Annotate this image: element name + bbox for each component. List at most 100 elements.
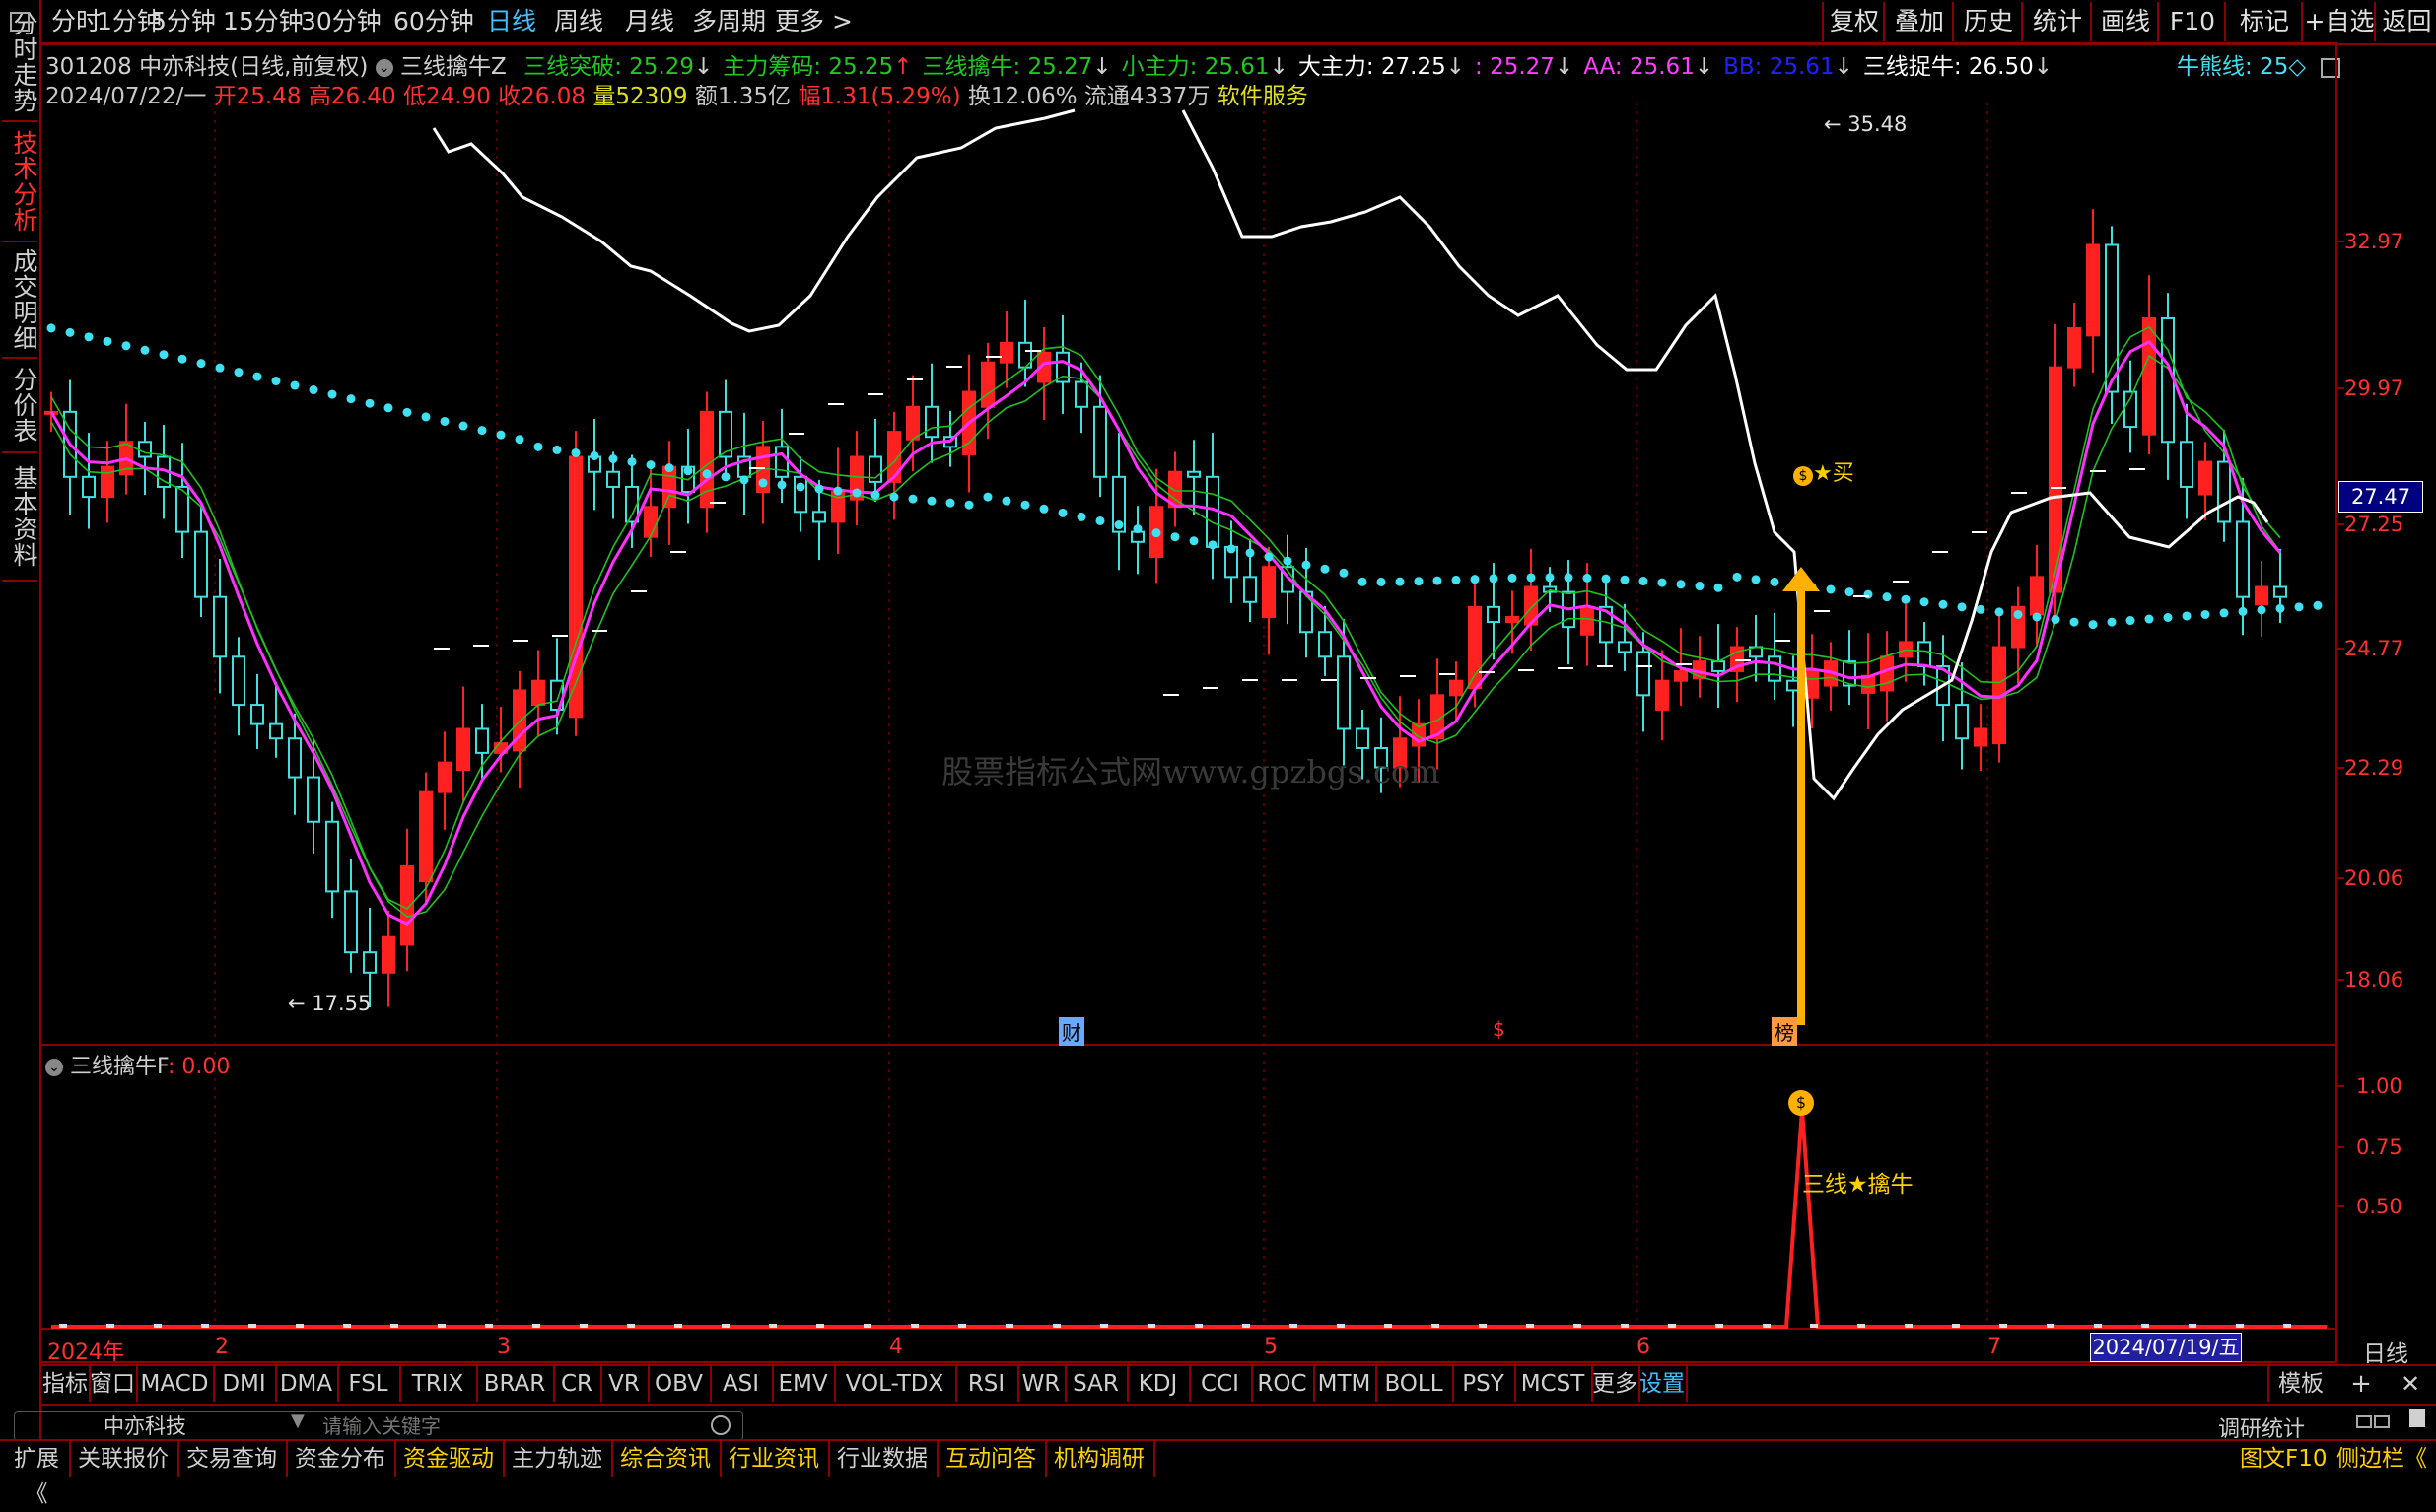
indicator-tab-4[interactable]: DMA	[275, 1366, 339, 1402]
grid-icon[interactable]	[2356, 1415, 2372, 1428]
bull-bear-dot	[1395, 577, 1405, 586]
indicator-tab-20[interactable]: MTM	[1313, 1366, 1377, 1402]
sub-signal-label: 三线★擒牛	[1802, 1172, 1914, 1198]
month-label-1: 3	[497, 1335, 511, 1359]
bottom-tab-8[interactable]: 行业数据	[828, 1441, 939, 1477]
f10-button[interactable]: 图文F10	[2240, 1441, 2328, 1477]
month-label-4: 6	[1636, 1335, 1650, 1359]
indicator-tab-25[interactable]: 设置	[1638, 1366, 1688, 1402]
bull-bear-dot	[1695, 582, 1705, 591]
sub-tick-mark	[59, 1324, 67, 1328]
indicator-tab-22[interactable]: PSY	[1452, 1366, 1516, 1402]
indicator-tab-1[interactable]: 窗口	[89, 1366, 138, 1402]
sub-tick-mark	[816, 1324, 824, 1328]
bull-bear-dot	[796, 482, 805, 492]
sidebar-toggle[interactable]: 侧边栏《	[2336, 1441, 2427, 1477]
bottom-tab-4[interactable]: 资金驱动	[394, 1441, 505, 1477]
event-marker-dividend[interactable]: $	[1493, 1017, 1505, 1041]
indicator-tab-11[interactable]: ASI	[710, 1366, 774, 1402]
date-axis-year: 2024年	[47, 1340, 124, 1365]
bottom-tab-10[interactable]: 机构调研	[1045, 1441, 1155, 1477]
event-marker-rank[interactable]: 榜	[1772, 1017, 1797, 1046]
bottom-tab-2[interactable]: 交易查询	[177, 1441, 288, 1477]
candle	[625, 454, 639, 548]
candle	[513, 670, 526, 789]
bull-bear-dot	[1058, 508, 1068, 517]
template-button[interactable]: 模板	[2267, 1366, 2332, 1402]
bottom-tab-1[interactable]: 关联报价	[69, 1441, 179, 1477]
indicator-tab-5[interactable]: FSL	[337, 1366, 401, 1402]
month-label-3: 5	[1264, 1335, 1278, 1359]
indicator-tab-8[interactable]: CR	[553, 1366, 602, 1402]
indicator-tab-3[interactable]: DMI	[213, 1366, 277, 1402]
bull-bear-dot	[1114, 520, 1124, 530]
indicator-tab-24[interactable]: 更多	[1591, 1366, 1640, 1402]
candle	[101, 441, 114, 523]
window-icon[interactable]	[10, 12, 30, 32]
search-icon[interactable]	[711, 1415, 731, 1435]
bull-bear-dot	[2088, 620, 2098, 630]
sub-tick-mark	[1148, 1324, 1155, 1328]
candle	[138, 421, 152, 496]
indicator-tab-23[interactable]: MCST	[1514, 1366, 1593, 1402]
indicator-tab-2[interactable]: MACD	[136, 1366, 215, 1402]
bull-bear-dot	[1957, 602, 1967, 612]
bull-bear-dot	[383, 403, 393, 413]
bottom-tab-7[interactable]: 行业资讯	[720, 1441, 830, 1477]
sub-tick-mark	[1573, 1324, 1581, 1328]
candle	[344, 859, 358, 973]
indicator-tab-21[interactable]: BOLL	[1375, 1366, 1454, 1402]
indicator-tab-12[interactable]: EMV	[772, 1366, 836, 1402]
close-icon[interactable]: ✕	[2396, 1366, 2425, 1402]
sub-toggle-icon[interactable]: ⌄	[45, 1059, 63, 1076]
indicator-tab-16[interactable]: SAR	[1065, 1366, 1129, 1402]
search-stock[interactable]: 中亦科技	[104, 1412, 186, 1440]
price-tick-0: 32.97	[2344, 230, 2404, 253]
candle	[1018, 300, 1032, 387]
bull-bear-dot	[833, 486, 843, 496]
indicator-tab-9[interactable]: VR	[600, 1366, 650, 1402]
bottom-tab-6[interactable]: 综合资讯	[611, 1441, 722, 1477]
search-input[interactable]	[320, 1412, 699, 1440]
candle	[2067, 303, 2081, 387]
bottom-tab-0[interactable]: 扩展《	[4, 1441, 71, 1507]
sub-tick-mark	[1384, 1324, 1392, 1328]
bottom-tab-5[interactable]: 主力轨迹	[503, 1441, 613, 1477]
grid-icon-2[interactable]	[2374, 1415, 2390, 1428]
scroll-handle[interactable]	[2409, 1409, 2425, 1427]
bull-bear-dot	[1526, 573, 1536, 583]
indicator-tab-10[interactable]: OBV	[648, 1366, 712, 1402]
bull-bear-dot	[103, 336, 112, 346]
indicator-tab-15[interactable]: WR	[1017, 1366, 1067, 1402]
sub-tick-mark	[248, 1324, 256, 1328]
period-label[interactable]: 日线	[2336, 1335, 2435, 1368]
bull-bear-dot	[1002, 496, 1011, 506]
indicator-tab-6[interactable]: TRIX	[399, 1366, 478, 1402]
high-mark-value: 35.48	[1847, 112, 1908, 136]
bull-bear-dot	[2257, 605, 2266, 615]
sub-tick-mark	[1006, 1324, 1013, 1328]
indicator-tab-19[interactable]: ROC	[1251, 1366, 1315, 1402]
dropdown-icon[interactable]: ▼	[291, 1412, 305, 1431]
candle	[719, 379, 732, 477]
kline-chart[interactable]	[0, 0, 2436, 1478]
indicator-tab-7[interactable]: BRAR	[476, 1366, 555, 1402]
bull-bear-dot	[2200, 609, 2210, 619]
indicator-tab-18[interactable]: CCI	[1189, 1366, 1253, 1402]
bottom-tab-3[interactable]: 资金分布	[286, 1441, 396, 1477]
sub-panel-value: : 0.00	[167, 1055, 231, 1079]
event-marker-finance[interactable]: 财	[1059, 1017, 1084, 1046]
indicator-tab-13[interactable]: VOL-TDX	[834, 1366, 957, 1402]
sub-tick-mark	[201, 1324, 209, 1328]
sub-panel-title[interactable]: 三线擒牛F	[70, 1055, 168, 1079]
candle	[850, 431, 864, 526]
candle	[2011, 586, 2025, 684]
candle	[1711, 624, 1725, 709]
indicator-tab-17[interactable]: KDJ	[1127, 1366, 1191, 1402]
indicator-tab-0[interactable]: 指标	[41, 1366, 91, 1402]
indicator-tab-14[interactable]: RSI	[955, 1366, 1019, 1402]
bottom-tab-9[interactable]: 互动问答	[937, 1441, 1047, 1477]
add-icon[interactable]: +	[2346, 1366, 2376, 1402]
candle	[194, 506, 208, 617]
sub-tick-2: 0.50	[2356, 1195, 2402, 1218]
